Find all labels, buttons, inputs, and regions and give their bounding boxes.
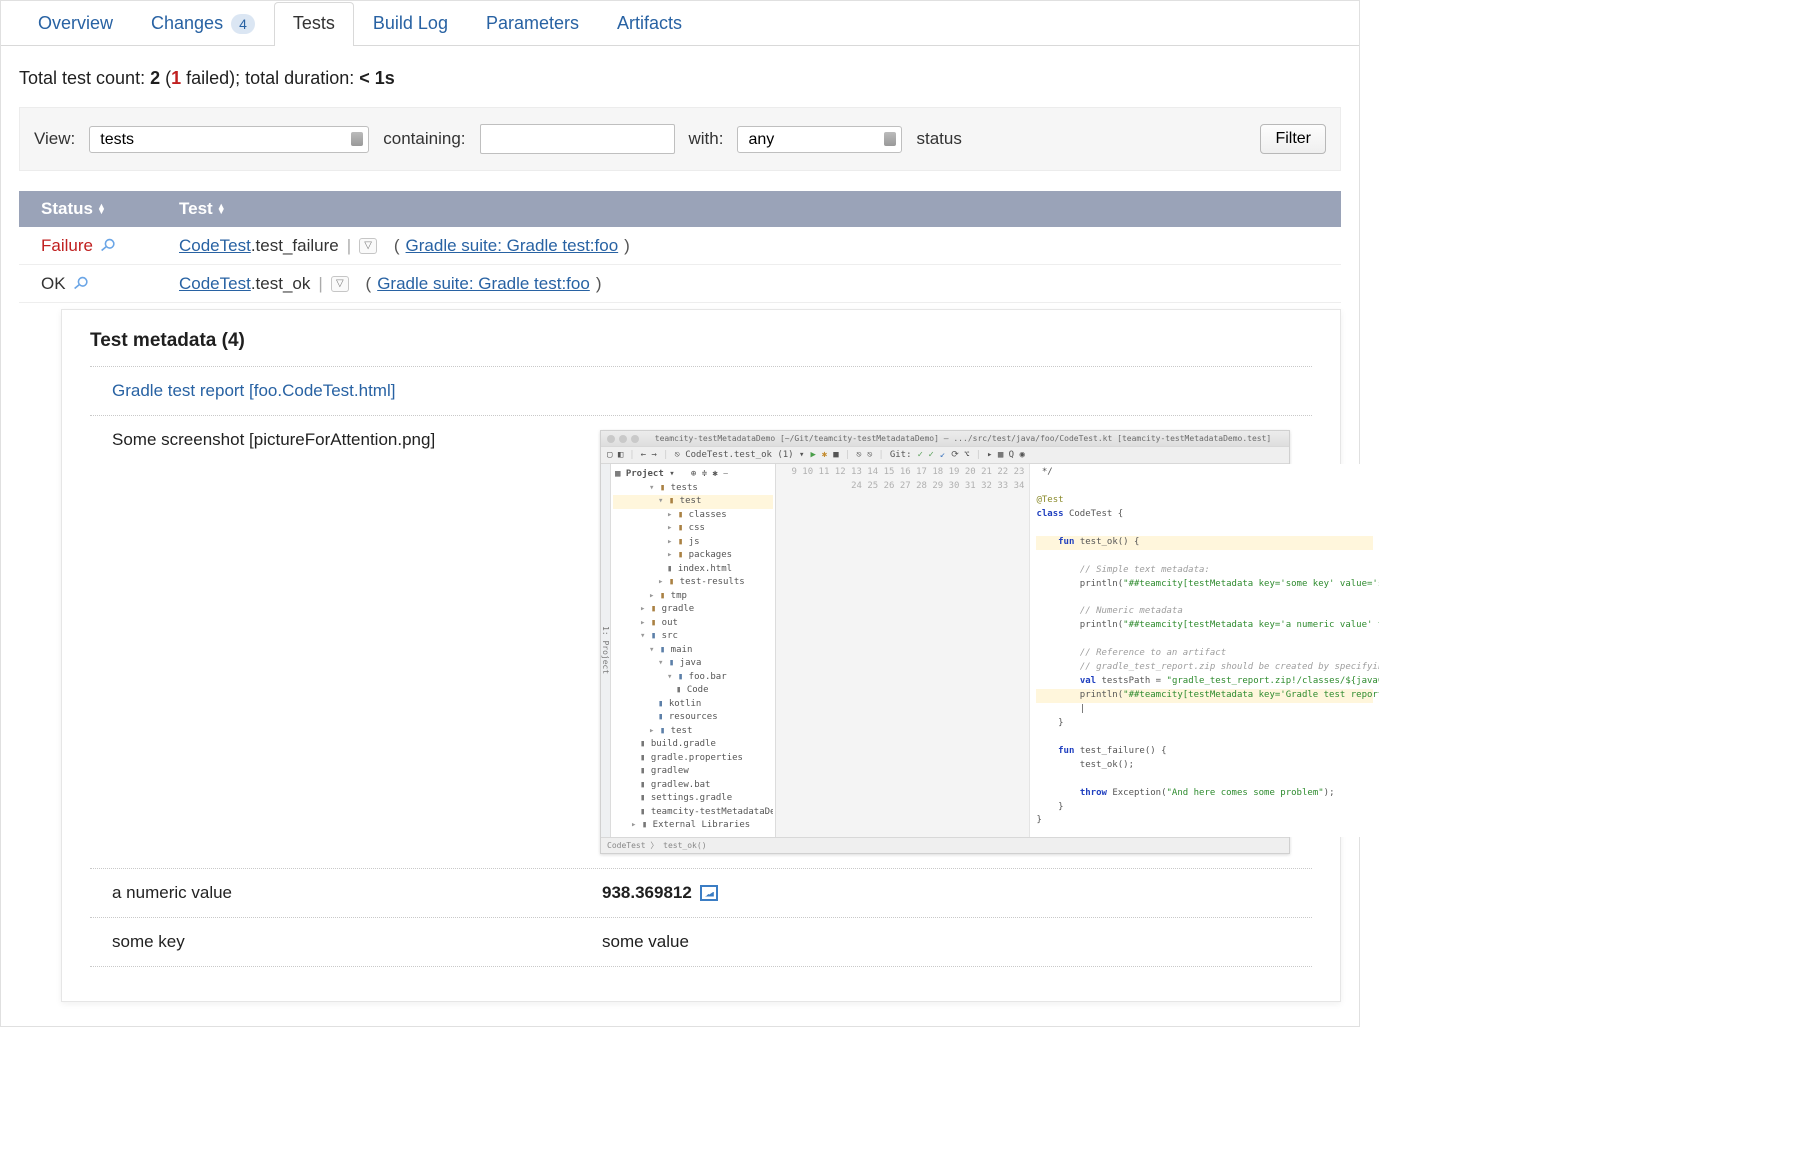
tab-tests[interactable]: Tests bbox=[274, 2, 354, 46]
chart-icon[interactable] bbox=[700, 885, 718, 901]
tab-overview[interactable]: Overview bbox=[19, 2, 132, 46]
ide-editor: 9 10 11 12 13 14 15 16 17 18 19 20 21 22… bbox=[776, 464, 1379, 837]
summary-duration-prefix: ); total duration: bbox=[229, 68, 359, 88]
attachment-icon[interactable]: ⚲ bbox=[68, 272, 93, 296]
col-test[interactable]: Test ▲▼ bbox=[169, 199, 1341, 219]
attachment-icon[interactable]: ⚲ bbox=[95, 234, 120, 258]
tab-build-log[interactable]: Build Log bbox=[354, 2, 467, 46]
tab-artifacts[interactable]: Artifacts bbox=[598, 2, 701, 46]
screenshot-thumbnail[interactable]: teamcity-testMetadataDemo [~/Git/teamcit… bbox=[600, 430, 1290, 854]
summary-fail-count: 1 bbox=[171, 68, 181, 88]
col-status-label: Status bbox=[41, 199, 93, 219]
sort-icon: ▲▼ bbox=[217, 204, 226, 214]
tab-parameters[interactable]: Parameters bbox=[467, 2, 598, 46]
dropdown-caret-icon[interactable]: ▽ bbox=[359, 238, 377, 254]
suite-link[interactable]: Gradle suite: Gradle test:foo bbox=[406, 236, 619, 256]
table-row: OK⚲CodeTest.test_ok|▽ (Gradle suite: Gra… bbox=[19, 265, 1341, 303]
status-text: Failure bbox=[41, 236, 93, 256]
summary-fail-word: failed bbox=[181, 68, 229, 88]
ide-titlebar: teamcity-testMetadataDemo [~/Git/teamcit… bbox=[601, 431, 1289, 446]
test-method: .test_failure bbox=[251, 236, 339, 255]
tab-changes[interactable]: Changes 4 bbox=[132, 2, 274, 46]
ide-status: CodeTest 〉 test_ok() bbox=[601, 837, 1289, 853]
summary-duration: < 1s bbox=[359, 68, 395, 88]
numeric-value: 938.369812 bbox=[602, 883, 692, 903]
gradle-report-link[interactable]: Gradle test report [foo.CodeTest.html] bbox=[112, 381, 395, 400]
summary-total: 2 bbox=[150, 68, 160, 88]
ide-side-tab: 1: Project bbox=[601, 464, 611, 837]
ide-title: teamcity-testMetadataDemo [~/Git/teamcit… bbox=[643, 434, 1283, 443]
containing-input[interactable] bbox=[480, 124, 675, 154]
ide-tree: ▦ Project ▾ ⊕ ≑ ✱ ⎯ ▾ ▮ tests▾ ▮ test▸ ▮… bbox=[611, 464, 776, 837]
test-method: .test_ok bbox=[251, 274, 311, 293]
meta-row-screenshot: Some screenshot [pictureForAttention.png… bbox=[90, 415, 1312, 868]
view-label: View: bbox=[34, 129, 75, 149]
status-label: status bbox=[916, 129, 961, 149]
view-select[interactable]: tests bbox=[89, 126, 369, 153]
meta-row-kv: some key some value bbox=[90, 917, 1312, 967]
ide-toolbar: ▢ ◧|← →| ⎋ CodeTest.test_ok (1) ▾ ▶✱■ |⎋… bbox=[601, 446, 1289, 464]
sort-icon: ▲▼ bbox=[97, 204, 106, 214]
meta-row-report: Gradle test report [foo.CodeTest.html] bbox=[90, 366, 1312, 415]
col-test-label: Test bbox=[179, 199, 213, 219]
metadata-panel: Test metadata (4) Gradle test report [fo… bbox=[61, 309, 1341, 1002]
filter-bar: View: tests containing: with: any status… bbox=[19, 107, 1341, 171]
test-class-link[interactable]: CodeTest bbox=[179, 236, 251, 255]
some-key: some key bbox=[112, 932, 582, 952]
screenshot-label: Some screenshot [pictureForAttention.png… bbox=[112, 430, 580, 450]
table-row: Failure⚲CodeTest.test_failure|▽ (Gradle … bbox=[19, 227, 1341, 265]
tab-changes-label: Changes bbox=[151, 13, 223, 34]
numeric-key: a numeric value bbox=[112, 883, 582, 903]
suite-link[interactable]: Gradle suite: Gradle test:foo bbox=[377, 274, 590, 294]
test-class-link[interactable]: CodeTest bbox=[179, 274, 251, 293]
summary-prefix: Total test count: bbox=[19, 68, 150, 88]
meta-row-numeric: a numeric value 938.369812 bbox=[90, 868, 1312, 917]
status-text: OK bbox=[41, 274, 66, 294]
dropdown-caret-icon[interactable]: ▽ bbox=[331, 276, 349, 292]
with-label: with: bbox=[689, 129, 724, 149]
col-status[interactable]: Status ▲▼ bbox=[19, 199, 169, 219]
summary-open-paren: ( bbox=[160, 68, 171, 88]
with-select[interactable]: any bbox=[737, 126, 902, 153]
containing-label: containing: bbox=[383, 129, 465, 149]
filter-button[interactable]: Filter bbox=[1260, 124, 1326, 154]
panel-title: Test metadata (4) bbox=[90, 330, 1312, 352]
table-header: Status ▲▼ Test ▲▼ bbox=[19, 191, 1341, 227]
some-value: some value bbox=[602, 932, 1290, 952]
tabs-bar: Overview Changes 4 Tests Build Log Param… bbox=[1, 1, 1359, 46]
changes-badge: 4 bbox=[231, 14, 255, 34]
summary-line: Total test count: 2 (1 failed); total du… bbox=[1, 46, 1359, 107]
